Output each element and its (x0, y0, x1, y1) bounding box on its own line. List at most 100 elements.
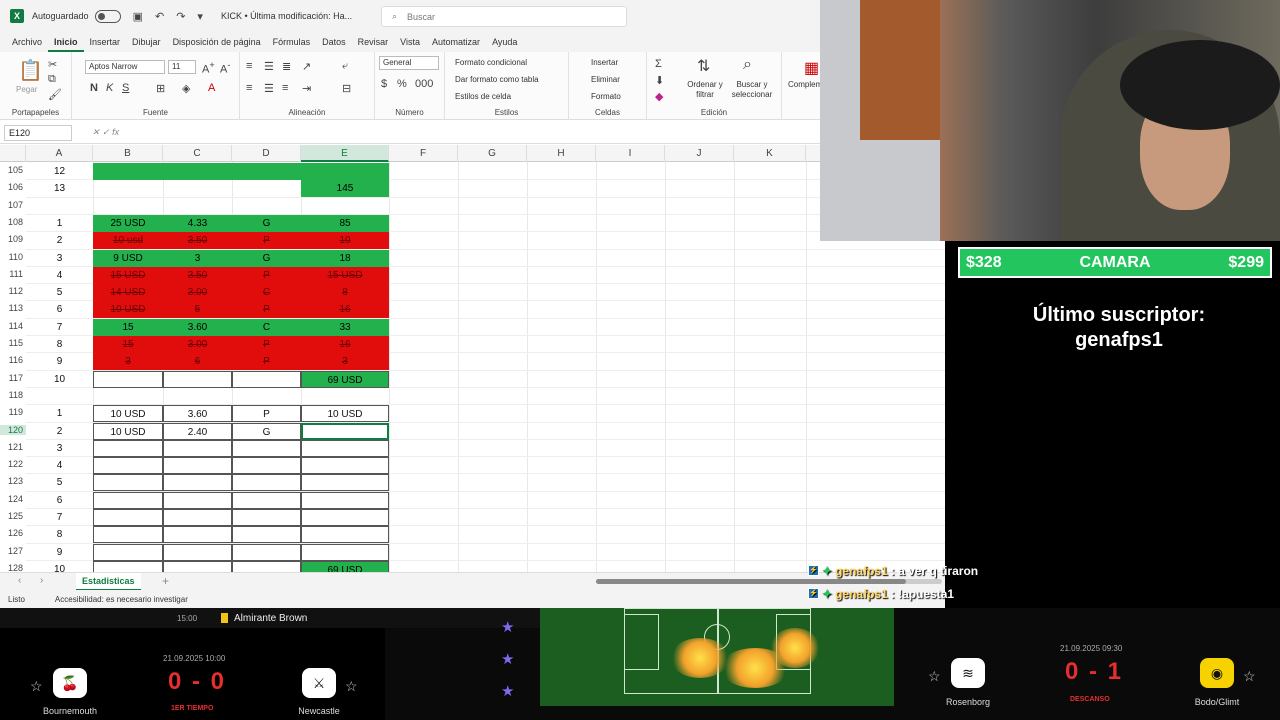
cell-A113[interactable]: 6 (26, 301, 93, 318)
cell-A121[interactable]: 3 (26, 440, 93, 457)
align-right-icon[interactable]: ≡ (282, 82, 288, 94)
column-header[interactable]: J (665, 145, 734, 162)
cell-A115[interactable]: 8 (26, 336, 93, 353)
row-number[interactable]: 119 (0, 407, 26, 417)
cell-C116[interactable]: 6 (163, 353, 232, 371)
delete-cells-button[interactable]: Eliminar (591, 75, 620, 84)
column-header[interactable]: K (734, 145, 806, 162)
borders-icon[interactable]: ⊞ (156, 82, 165, 95)
cell-D111[interactable]: P (232, 266, 301, 284)
scroll-left-icon[interactable]: ‹ (18, 575, 21, 586)
row-number[interactable]: 105 (0, 165, 26, 175)
cell-D127[interactable] (232, 543, 301, 561)
complements-button[interactable]: Complem (788, 80, 822, 89)
cell-D118[interactable] (232, 388, 301, 405)
row-number[interactable]: 116 (0, 355, 26, 365)
cell-B113[interactable]: 10 USD (93, 301, 163, 319)
row-number[interactable]: 121 (0, 442, 26, 452)
wrap-text-icon[interactable]: ⤶ (342, 60, 348, 73)
search-box[interactable]: ⌕ Buscar (381, 6, 627, 27)
cell-B110[interactable]: 9 USD (93, 249, 163, 267)
fill-color-icon[interactable]: ◈ (182, 82, 190, 95)
align-center-icon[interactable]: ☰ (264, 82, 274, 95)
column-header[interactable]: G (458, 145, 527, 162)
cell-A123[interactable]: 5 (26, 474, 93, 491)
cell-E105[interactable] (301, 163, 389, 180)
select-all-corner[interactable] (0, 145, 26, 162)
decrease-font-icon[interactable]: A- (220, 60, 230, 76)
cell-A116[interactable]: 9 (26, 353, 93, 370)
cell-D122[interactable] (232, 457, 301, 475)
cell-E116[interactable]: 3 (301, 353, 389, 371)
favorite-star-icon[interactable]: ☆ (928, 668, 941, 685)
cell-E120[interactable] (301, 422, 389, 440)
sheet-tab-estadisticas[interactable]: Estadisticas (76, 573, 141, 591)
row-number[interactable]: 109 (0, 234, 26, 244)
row-number[interactable]: 110 (0, 252, 26, 262)
cell-D107[interactable] (232, 198, 301, 215)
complements-icon[interactable]: ▦ (804, 58, 819, 78)
undo-icon[interactable]: ↶ (155, 10, 164, 23)
cell-B119[interactable]: 10 USD (93, 405, 163, 423)
comma-icon[interactable]: 000 (415, 78, 433, 90)
cell-A107[interactable] (26, 198, 93, 215)
column-header[interactable]: D (232, 145, 301, 162)
cell-A105[interactable]: 12 (26, 163, 93, 180)
favorite-star-icon[interactable]: ☆ (30, 678, 43, 695)
autosum-icon[interactable]: Σ (655, 58, 662, 70)
cell-D125[interactable] (232, 509, 301, 526)
cell-B124[interactable] (93, 491, 163, 509)
merge-icon[interactable]: ⊟ (342, 82, 351, 95)
cell-D128[interactable] (232, 560, 301, 572)
cell-B114[interactable]: 15 (93, 318, 163, 336)
row-number[interactable]: 117 (0, 373, 26, 383)
cell-E117[interactable]: 69 USD (301, 370, 389, 388)
cell-C118[interactable] (163, 388, 232, 405)
cell-A120[interactable]: 2 (26, 423, 93, 440)
cell-C119[interactable]: 3.60 (163, 405, 232, 423)
paste-label[interactable]: Pegar (16, 85, 37, 94)
cell-E125[interactable] (301, 509, 389, 526)
fill-icon[interactable]: ⬇ (655, 74, 664, 87)
cell-E108[interactable]: 85 (301, 214, 389, 232)
favorite-star-icon[interactable]: ☆ (345, 678, 358, 695)
orientation-icon[interactable]: ↗ (302, 60, 311, 73)
cell-D115[interactable]: P (232, 336, 301, 353)
cell-C113[interactable]: 5 (163, 301, 232, 319)
cell-C125[interactable] (163, 509, 232, 526)
match-card-1[interactable]: ☆ 🍒 Bournemouth 21.09.2025 10:00 0 - 0 1… (0, 628, 385, 720)
cell-A127[interactable]: 9 (26, 544, 93, 561)
cell-C107[interactable] (163, 198, 232, 215)
cell-C120[interactable]: 2.40 (163, 422, 232, 440)
conditional-format-button[interactable]: Formato condicional (455, 58, 527, 67)
cell-C128[interactable] (163, 560, 232, 572)
cell-B105[interactable] (93, 163, 163, 180)
cell-C114[interactable]: 3.60 (163, 318, 232, 336)
row-number[interactable]: 128 (0, 563, 26, 572)
cell-A117[interactable]: 10 (26, 371, 93, 388)
cell-C112[interactable]: 3.00 (163, 284, 232, 302)
cell-B107[interactable] (93, 198, 163, 215)
pin-star-icon[interactable]: ★ (501, 650, 514, 668)
accessibility-status[interactable]: Accesibilidad: es necesario investigar (55, 595, 188, 604)
underline-icon[interactable]: S (122, 82, 129, 94)
cell-E115[interactable]: 16 (301, 336, 389, 353)
row-number[interactable]: 118 (0, 390, 26, 400)
cell-B127[interactable] (93, 543, 163, 561)
cell-C117[interactable] (163, 370, 232, 388)
cell-E118[interactable] (301, 388, 389, 405)
add-sheet-icon[interactable]: + (162, 574, 169, 588)
column-header[interactable]: I (596, 145, 665, 162)
ribbon-tab[interactable]: Insertar (84, 32, 127, 52)
cell-B117[interactable] (93, 370, 163, 388)
pin-star-icon[interactable]: ★ (501, 618, 514, 636)
cell-D106[interactable] (232, 180, 301, 197)
row-number[interactable]: 127 (0, 546, 26, 556)
row-number[interactable]: 112 (0, 286, 26, 296)
row-number[interactable]: 111 (0, 269, 26, 279)
cell-C109[interactable]: 3.50 (163, 232, 232, 250)
align-middle-icon[interactable]: ☰ (264, 60, 274, 73)
row-number[interactable]: 115 (0, 338, 26, 348)
cell-E126[interactable] (301, 526, 389, 544)
cell-E113[interactable]: 16 (301, 301, 389, 319)
